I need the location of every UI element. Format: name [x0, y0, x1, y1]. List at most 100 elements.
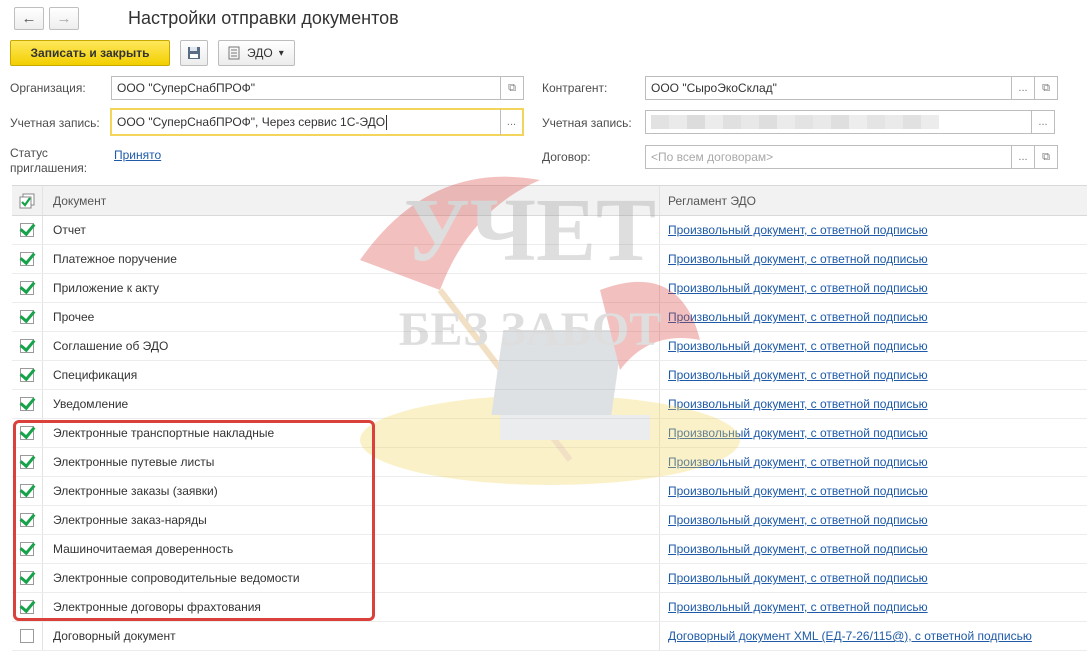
row-checkbox[interactable] [20, 629, 34, 643]
regulation-link[interactable]: Договорный документ XML (ЕД-7-26/115@), … [668, 629, 1032, 643]
row-checkbox[interactable] [20, 368, 34, 382]
regulation-cell: Произвольный документ, с ответной подпис… [659, 332, 1087, 360]
row-checkbox-cell[interactable] [12, 252, 42, 266]
edo-menu-button[interactable]: ЭДО ▾ [218, 40, 295, 66]
row-checkbox-cell[interactable] [12, 281, 42, 295]
row-checkbox[interactable] [20, 600, 34, 614]
row-checkbox[interactable] [20, 223, 34, 237]
redacted-value [651, 115, 939, 129]
save-button[interactable] [180, 40, 208, 66]
regulation-link[interactable]: Произвольный документ, с ответной подпис… [668, 571, 928, 585]
row-checkbox[interactable] [20, 542, 34, 556]
open-counterparty-button[interactable]: ⧉ [1034, 76, 1058, 100]
forward-button[interactable]: → [49, 7, 79, 30]
regulation-link[interactable]: Произвольный документ, с ответной подпис… [668, 542, 928, 556]
regulation-link[interactable]: Произвольный документ, с ответной подпис… [668, 513, 928, 527]
table-row[interactable]: Электронные сопроводительные ведомости Пр… [12, 564, 1087, 593]
table-row[interactable]: Электронные путевые листы Произвольный до… [12, 448, 1087, 477]
regulation-link[interactable]: Произвольный документ, с ответной подпис… [668, 310, 928, 324]
open-contract-button[interactable]: ⧉ [1034, 145, 1058, 169]
row-checkbox-cell[interactable] [12, 513, 42, 527]
row-checkbox-cell[interactable] [12, 600, 42, 614]
back-button[interactable]: ← [14, 7, 44, 30]
arrow-left-icon: ← [21, 10, 37, 27]
regulation-link[interactable]: Произвольный документ, с ответной подпис… [668, 223, 928, 237]
status-label: Статус приглашения: [10, 146, 88, 175]
table-row[interactable]: Приложение к акту Произвольный документ, … [12, 274, 1087, 303]
cp-account-label: Учетная запись: [542, 116, 632, 130]
table-row[interactable]: Уведомление Произвольный документ, с отве… [12, 390, 1087, 419]
row-checkbox-cell[interactable] [12, 455, 42, 469]
organization-field[interactable]: ООО "СуперСнабПРОФ" [111, 76, 502, 100]
status-link[interactable]: Принято [114, 148, 161, 162]
table-row[interactable]: Электронные договоры фрахтования Произвол… [12, 593, 1087, 622]
document-name: Платежное поручение [42, 245, 659, 273]
table-row[interactable]: Спецификация Произвольный документ, с отв… [12, 361, 1087, 390]
regulation-link[interactable]: Произвольный документ, с ответной подпис… [668, 397, 928, 411]
cp-account-select-button[interactable]: ... [1031, 110, 1055, 134]
table-row[interactable]: Прочее Произвольный документ, с ответной … [12, 303, 1087, 332]
row-checkbox[interactable] [20, 513, 34, 527]
document-name: Электронные заказ-наряды [42, 506, 659, 534]
table-row[interactable]: Соглашение об ЭДО Произвольный документ, … [12, 332, 1087, 361]
table-row[interactable]: Электронные заказ-наряды Произвольный док… [12, 506, 1087, 535]
regulation-link[interactable]: Произвольный документ, с ответной подпис… [668, 484, 928, 498]
table-row[interactable]: Электронные транспортные накладные Произв… [12, 419, 1087, 448]
row-checkbox-cell[interactable] [12, 368, 42, 382]
row-checkbox[interactable] [20, 310, 34, 324]
document-name: Электронные заказы (заявки) [42, 477, 659, 505]
regulation-cell: Произвольный документ, с ответной подпис… [659, 535, 1087, 563]
table-row[interactable]: Электронные заказы (заявки) Произвольный … [12, 477, 1087, 506]
save-and-close-button[interactable]: Записать и закрыть [10, 40, 170, 66]
account-field[interactable]: ООО "СуперСнабПРОФ", Через сервис 1С-ЭДО [110, 108, 502, 136]
row-checkbox-cell[interactable] [12, 339, 42, 353]
regulation-link[interactable]: Произвольный документ, с ответной подпис… [668, 455, 928, 469]
column-header-document[interactable]: Документ [42, 186, 659, 215]
row-checkbox-cell[interactable] [12, 542, 42, 556]
regulation-link[interactable]: Произвольный документ, с ответной подпис… [668, 426, 928, 440]
table-row[interactable]: Платежное поручение Произвольный документ… [12, 245, 1087, 274]
regulation-cell: Произвольный документ, с ответной подпис… [659, 216, 1087, 244]
row-checkbox-cell[interactable] [12, 310, 42, 324]
table-row[interactable]: Отчет Произвольный документ, с ответной п… [12, 216, 1087, 245]
row-checkbox-cell[interactable] [12, 223, 42, 237]
account-select-button[interactable]: ... [500, 108, 524, 136]
regulation-link[interactable]: Произвольный документ, с ответной подпис… [668, 600, 928, 614]
counterparty-select-button[interactable]: ... [1011, 76, 1035, 100]
regulation-cell: Произвольный документ, с ответной подпис… [659, 564, 1087, 592]
regulation-link[interactable]: Произвольный документ, с ответной подпис… [668, 252, 928, 266]
select-all-checkbox[interactable] [12, 193, 42, 209]
row-checkbox[interactable] [20, 484, 34, 498]
contract-field[interactable]: <По всем договорам> [645, 145, 1013, 169]
documents-table: Документ Регламент ЭДО Отчет Произвольный… [12, 185, 1087, 651]
row-checkbox[interactable] [20, 571, 34, 585]
row-checkbox[interactable] [20, 252, 34, 266]
row-checkbox-cell[interactable] [12, 426, 42, 440]
row-checkbox-cell[interactable] [12, 571, 42, 585]
document-name: Электронные сопроводительные ведомости [42, 564, 659, 592]
row-checkbox-cell[interactable] [12, 629, 42, 643]
table-row[interactable]: Машиночитаемая доверенность Произвольный … [12, 535, 1087, 564]
row-checkbox[interactable] [20, 339, 34, 353]
row-checkbox-cell[interactable] [12, 484, 42, 498]
document-name: Договорный документ [42, 622, 659, 650]
cp-account-field[interactable] [645, 110, 1033, 134]
open-organization-button[interactable]: ⧉ [500, 76, 524, 100]
regulation-link[interactable]: Произвольный документ, с ответной подпис… [668, 339, 928, 353]
column-header-regulation[interactable]: Регламент ЭДО [659, 186, 1087, 215]
counterparty-field[interactable]: ООО "СыроЭкоСклад" [645, 76, 1013, 100]
ellipsis-icon: ... [1018, 151, 1028, 163]
row-checkbox[interactable] [20, 426, 34, 440]
regulation-cell: Произвольный документ, с ответной подпис… [659, 419, 1087, 447]
table-row[interactable]: Договорный документ Договорный документ X… [12, 622, 1087, 651]
row-checkbox[interactable] [20, 455, 34, 469]
document-name: Электронные договоры фрахтования [42, 593, 659, 621]
contract-label: Договор: [542, 150, 591, 164]
contract-select-button[interactable]: ... [1011, 145, 1035, 169]
regulation-link[interactable]: Произвольный документ, с ответной подпис… [668, 281, 928, 295]
row-checkbox[interactable] [20, 281, 34, 295]
row-checkbox-cell[interactable] [12, 397, 42, 411]
row-checkbox[interactable] [20, 397, 34, 411]
organization-label: Организация: [10, 81, 86, 95]
regulation-link[interactable]: Произвольный документ, с ответной подпис… [668, 368, 928, 382]
